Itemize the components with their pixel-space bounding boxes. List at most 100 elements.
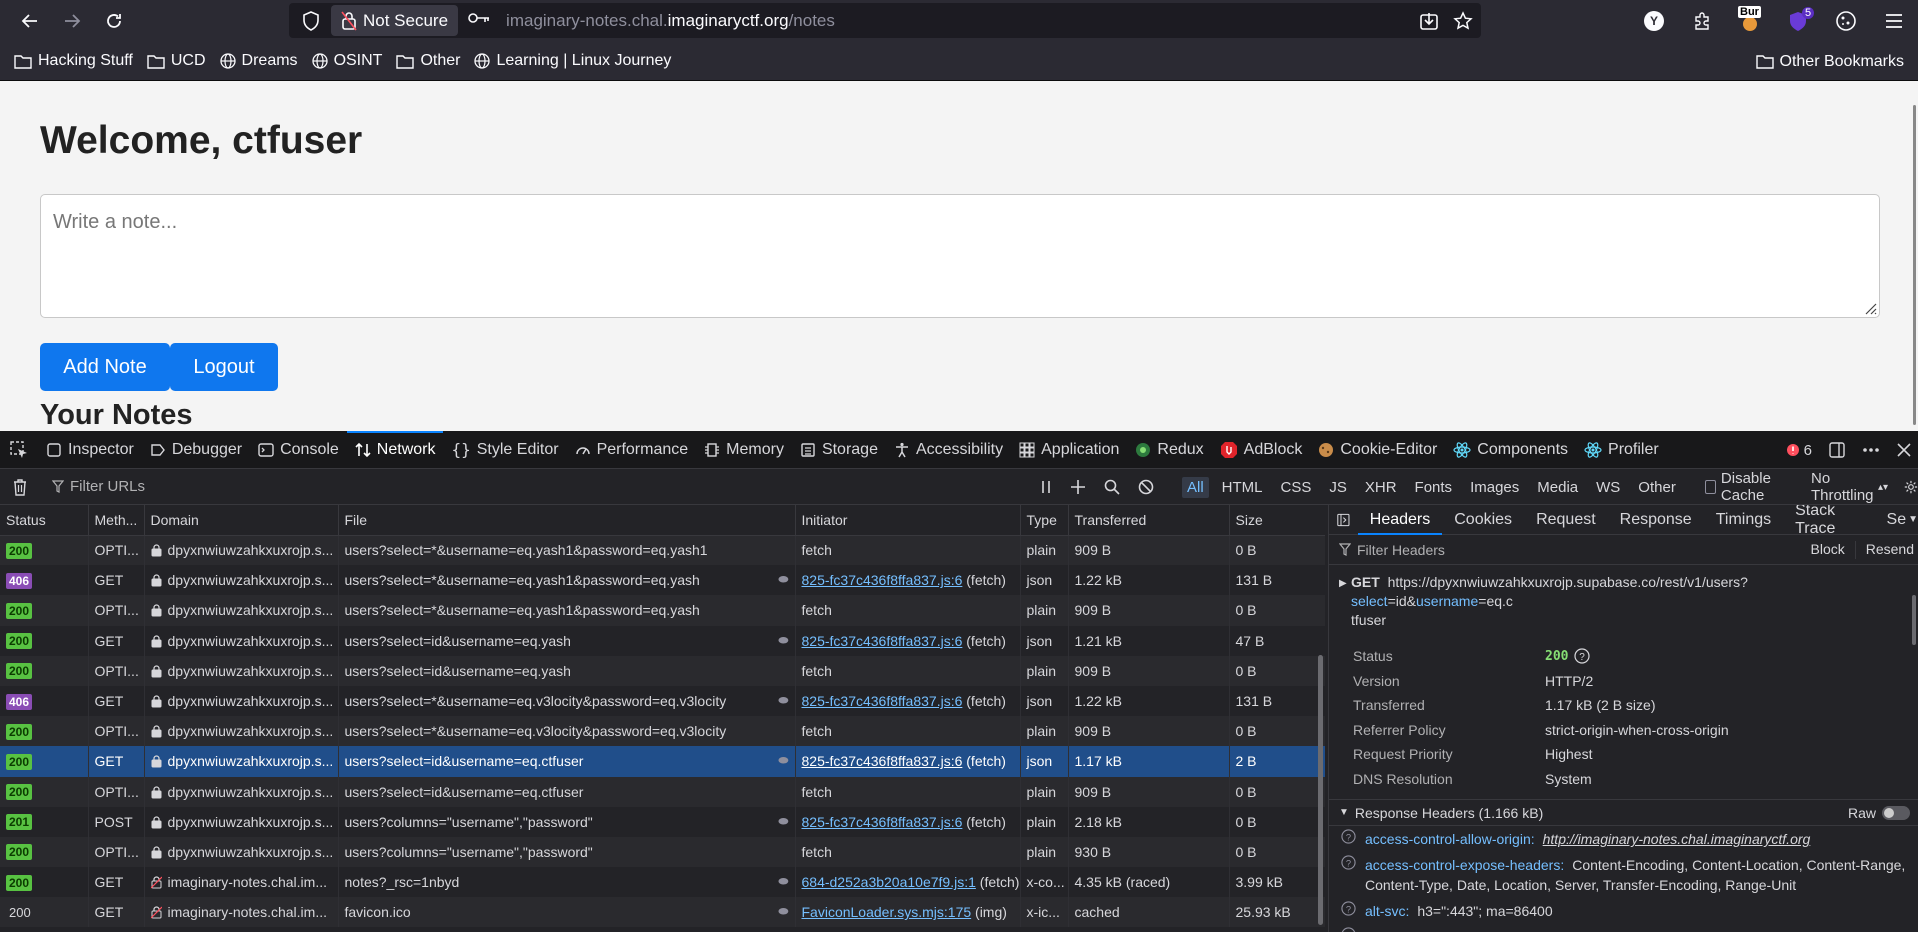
table-row[interactable]: 200 OPTI... dpyxnwiuwzahkxuxrojp.s... users… xyxy=(0,535,1325,566)
bookmark-osint[interactable]: OSINT xyxy=(311,52,382,70)
resend-button[interactable]: Resend xyxy=(1866,541,1914,559)
disable-cache-toggle[interactable]: Disable Cache xyxy=(1704,470,1795,504)
tab-redux[interactable]: Redux xyxy=(1127,431,1211,469)
table-row[interactable]: 200 GET imaginary-notes.chal.im... notes?_r… xyxy=(0,867,1325,898)
block-requests-icon[interactable] xyxy=(1138,479,1154,495)
help-circle-icon[interactable]: ? xyxy=(1341,927,1365,932)
filter-ws[interactable]: WS xyxy=(1591,477,1625,498)
tracking-protection-shield-icon[interactable] xyxy=(299,10,323,31)
filter-images[interactable]: Images xyxy=(1465,477,1524,498)
filter-xhr[interactable]: XHR xyxy=(1360,477,1402,498)
pause-icon[interactable] xyxy=(1040,480,1052,494)
initiator-link[interactable]: 825-fc37c436f8ffa837.js:6 xyxy=(802,633,963,649)
tab-performance[interactable]: Performance xyxy=(567,431,697,469)
other-bookmarks[interactable]: Other Bookmarks xyxy=(1755,42,1904,81)
filter-headers-input[interactable]: Filter Headers xyxy=(1357,542,1445,558)
bookmark-ucd[interactable]: UCD xyxy=(147,52,206,70)
dock-side-icon[interactable] xyxy=(1828,441,1846,459)
initiator-link[interactable]: 825-fc37c436f8ffa837.js:6 xyxy=(802,814,963,830)
filter-js[interactable]: JS xyxy=(1324,477,1352,498)
col-transferred[interactable]: Transferred xyxy=(1068,505,1230,536)
table-row[interactable]: 200 GET dpyxnwiuwzahkxuxrojp.s... users?sel… xyxy=(0,625,1325,656)
tab-cookie-editor[interactable]: Cookie-Editor xyxy=(1310,431,1445,469)
table-row[interactable]: 200 OPTI... dpyxnwiuwzahkxuxrojp.s... users… xyxy=(0,836,1325,868)
col-size[interactable]: Size xyxy=(1229,505,1325,536)
table-row[interactable]: 406 GET dpyxnwiuwzahkxuxrojp.s... users?sel… xyxy=(0,685,1325,717)
response-headers-section[interactable]: ▼ Response Headers (1.166 kB) Raw xyxy=(1329,799,1918,826)
tab-memory[interactable]: Memory xyxy=(696,431,792,469)
initiator-link[interactable]: FaviconLoader.sys.mjs:175 xyxy=(802,904,972,920)
add-request-icon[interactable] xyxy=(1070,479,1086,495)
initiator-link[interactable]: 825-fc37c436f8ffa837.js:6 xyxy=(802,572,963,588)
table-row[interactable]: 200 OPTI... dpyxnwiuwzahkxuxrojp.s... users… xyxy=(0,655,1325,686)
url-text[interactable]: imaginary-notes.chal.imaginaryctf.org/no… xyxy=(506,11,835,31)
error-count-badge[interactable]: 6 xyxy=(1786,442,1812,459)
tab-profiler[interactable]: Profiler xyxy=(1576,431,1667,469)
col-status[interactable]: Status xyxy=(0,505,89,536)
search-icon[interactable] xyxy=(1104,479,1120,495)
help-circle-icon[interactable]: ? xyxy=(1341,829,1365,849)
toggle-panel-icon[interactable] xyxy=(1337,512,1350,528)
tab-storage[interactable]: Storage xyxy=(792,431,886,469)
tab-components[interactable]: Components xyxy=(1445,431,1576,469)
request-list-scrollbar[interactable] xyxy=(1318,655,1323,925)
table-row[interactable]: 406 GET dpyxnwiuwzahkxuxrojp.s... users?sel… xyxy=(0,565,1325,596)
response-header-row[interactable]: ?cf-cache-status:DYNAMIC xyxy=(1329,924,1918,932)
initiator-link[interactable]: 825-fc37c436f8ffa837.js:6 xyxy=(802,753,963,769)
filter-other[interactable]: Other xyxy=(1633,477,1681,498)
ublock-extension-icon[interactable]: 5 xyxy=(1774,5,1822,37)
col-file[interactable]: File xyxy=(338,505,796,536)
col-initiator[interactable]: Initiator xyxy=(795,505,1021,536)
save-to-pocket-icon[interactable] xyxy=(1419,11,1439,31)
resize-handle-icon[interactable] xyxy=(1863,301,1877,315)
expand-triangle-icon[interactable]: ▶ xyxy=(1339,574,1347,593)
tab-security[interactable]: Se xyxy=(1875,505,1909,535)
help-circle-icon[interactable]: ? xyxy=(1341,855,1365,895)
tab-timings[interactable]: Timings xyxy=(1704,505,1783,535)
raw-switch[interactable] xyxy=(1882,805,1910,820)
bookmark-dreams[interactable]: Dreams xyxy=(219,52,298,70)
filter-media[interactable]: Media xyxy=(1532,477,1583,498)
address-bar[interactable]: Not Secure imaginary-notes.chal.imaginar… xyxy=(289,3,1481,38)
throttling-select[interactable]: No Throttling ▴▾ xyxy=(1811,470,1888,504)
tab-accessibility[interactable]: Accessibility xyxy=(886,431,1011,469)
help-circle-icon[interactable]: ? xyxy=(1341,901,1365,921)
hamburger-menu-icon[interactable] xyxy=(1870,5,1918,37)
tab-stack-trace[interactable]: Stack Trace xyxy=(1783,505,1874,537)
forward-button[interactable] xyxy=(54,5,90,37)
key-icon[interactable] xyxy=(468,11,490,30)
tab-console[interactable]: Console xyxy=(250,431,347,469)
table-row[interactable]: 200 GET imaginary-notes.chal.im... favicon.… xyxy=(0,897,1325,928)
tab-network[interactable]: Network xyxy=(346,430,444,469)
filter-all[interactable]: All xyxy=(1182,476,1209,498)
help-circle-icon[interactable]: ? xyxy=(1574,648,1591,664)
table-row[interactable]: 200 OPTI... dpyxnwiuwzahkxuxrojp.s... users… xyxy=(0,716,1325,747)
table-row[interactable]: 200 OPTI... dpyxnwiuwzahkxuxrojp.s... users… xyxy=(0,776,1325,807)
tab-application[interactable]: Application xyxy=(1011,431,1127,469)
burp-extension-icon[interactable]: Bur xyxy=(1726,5,1774,37)
tab-debugger[interactable]: Debugger xyxy=(142,431,250,469)
close-devtools-icon[interactable] xyxy=(1896,442,1912,458)
tab-cookies[interactable]: Cookies xyxy=(1442,505,1524,535)
network-settings-gear-icon[interactable] xyxy=(1904,478,1918,496)
response-header-row[interactable]: ? alt-svc: h3=":443"; ma=86400 xyxy=(1329,898,1918,924)
bookmark-star-icon[interactable] xyxy=(1453,10,1473,31)
logout-button[interactable]: Logout xyxy=(170,343,278,391)
bookmark-linux-journey[interactable]: Learning | Linux Journey xyxy=(474,52,671,70)
response-header-row[interactable]: ? access-control-expose-headers: Content-E… xyxy=(1329,852,1918,898)
tab-request[interactable]: Request xyxy=(1524,505,1608,535)
page-scrollbar[interactable] xyxy=(1913,105,1916,425)
col-method[interactable]: Meth... xyxy=(88,505,145,536)
response-header-row[interactable]: ? access-control-allow-origin: http://imag… xyxy=(1329,826,1918,852)
note-textarea[interactable]: Write a note... xyxy=(40,194,1880,318)
trash-icon[interactable] xyxy=(12,478,28,496)
col-type[interactable]: Type xyxy=(1020,505,1069,536)
tab-style-editor[interactable]: {} Style Editor xyxy=(443,431,566,469)
bookmark-hacking-stuff[interactable]: Hacking Stuff xyxy=(14,52,133,70)
initiator-link[interactable]: 684-d252a3b20a10e7f9.js:1 xyxy=(802,874,976,890)
extensions-puzzle-icon[interactable] xyxy=(1678,5,1726,37)
initiator-link[interactable]: 825-fc37c436f8ffa837.js:6 xyxy=(802,693,963,709)
not-secure-indicator[interactable]: Not Secure xyxy=(331,5,459,36)
filter-html[interactable]: HTML xyxy=(1217,477,1268,498)
col-domain[interactable]: Domain xyxy=(144,505,339,536)
